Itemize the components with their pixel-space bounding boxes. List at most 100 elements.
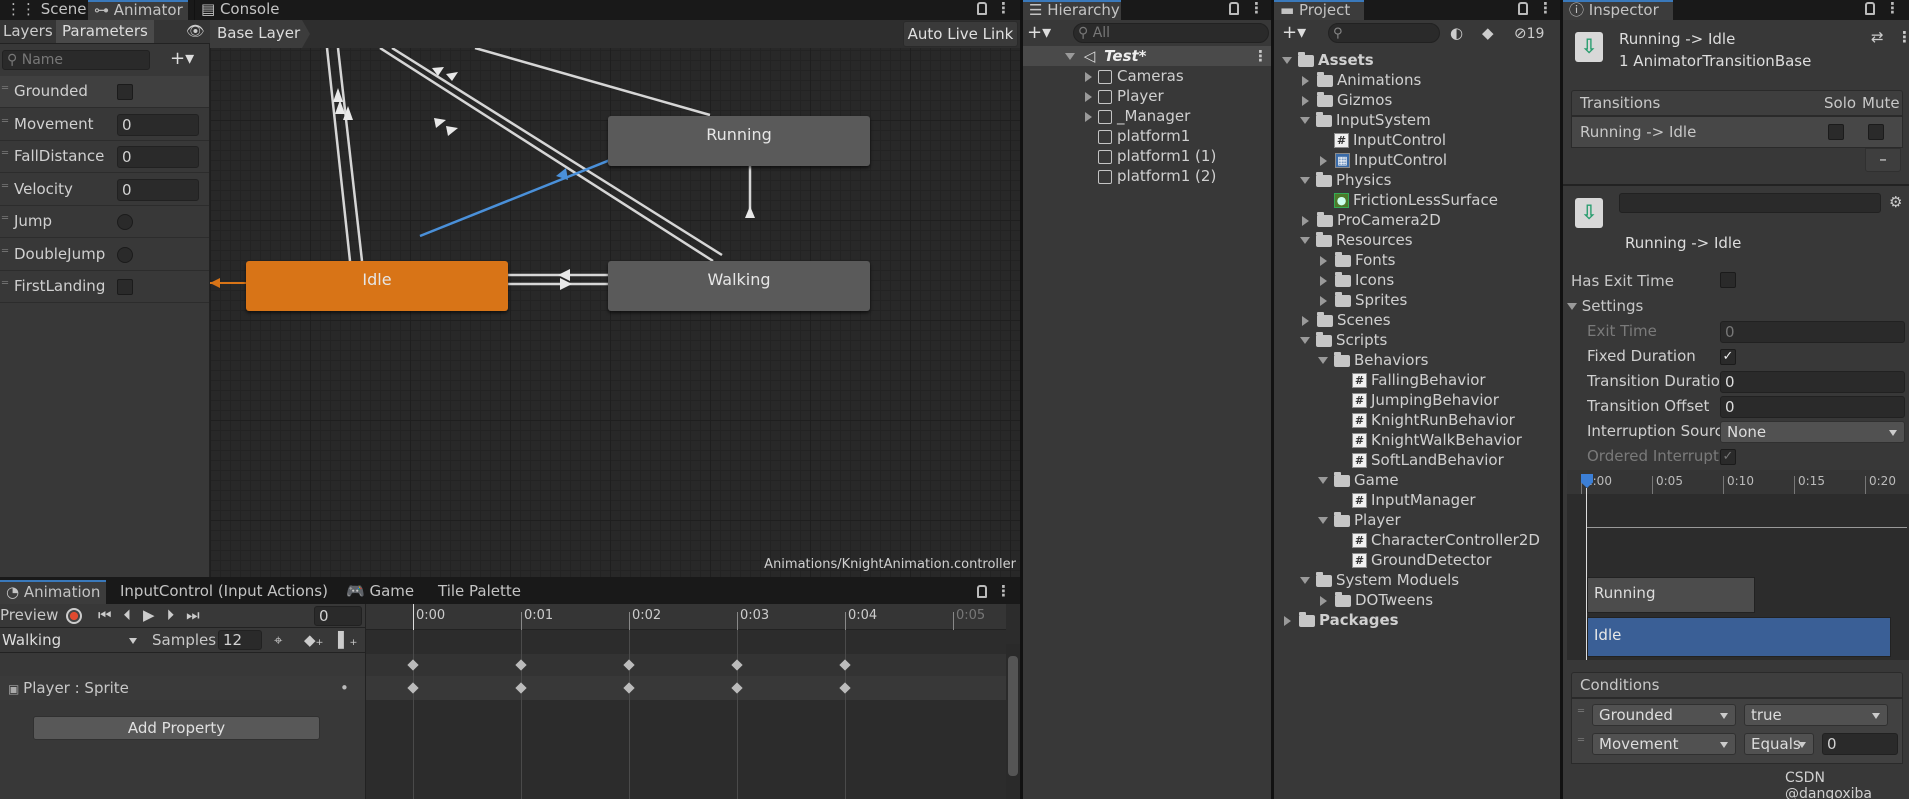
expand-arrow-icon[interactable] <box>1318 357 1328 364</box>
collapse-arrow-icon[interactable] <box>1320 255 1327 266</box>
bar-running[interactable]: Running <box>1587 577 1755 613</box>
state-walking[interactable]: Walking <box>608 261 870 311</box>
setting-input[interactable]: 0 <box>1720 371 1905 393</box>
project-item[interactable]: Behaviors <box>1274 350 1560 370</box>
parameter-row[interactable]: ═ FallDistance 0 <box>0 141 209 173</box>
parameter-row[interactable]: ═ Movement 0 <box>0 109 209 141</box>
lock-icon[interactable] <box>1518 2 1528 15</box>
preview-toggle[interactable]: Preview <box>0 606 58 624</box>
has-exit-time-checkbox[interactable] <box>1720 272 1736 288</box>
setting-input[interactable]: 0 <box>1720 396 1905 418</box>
tab-hierarchy[interactable]: ☰ Hierarchy <box>1023 0 1121 20</box>
prev-key-icon[interactable]: ⏴ <box>124 606 144 624</box>
hierarchy-item[interactable]: Player <box>1023 86 1271 106</box>
property-menu-icon[interactable]: • <box>340 676 349 700</box>
dopesheet-scrollbar[interactable] <box>1006 644 1021 799</box>
setting-checkbox[interactable]: ✓ <box>1720 349 1736 365</box>
animator-graph[interactable]: Base Layer Auto Live Link Running Idle W… <box>210 20 1020 577</box>
condition-parameter-dropdown[interactable]: Grounded <box>1592 704 1736 726</box>
more-menu-icon[interactable]: ⋮ <box>996 0 1011 18</box>
project-item[interactable]: Game <box>1274 470 1560 490</box>
expand-arrow-icon[interactable] <box>1085 111 1092 122</box>
expand-arrow-icon[interactable] <box>1085 71 1092 82</box>
project-item[interactable]: # CharacterController2D <box>1274 530 1560 550</box>
inspector-menu-icon[interactable]: ⋮ <box>1897 28 1909 46</box>
parameter-value-input[interactable]: 0 <box>117 113 199 136</box>
project-item[interactable]: # GroundDetector <box>1274 550 1560 570</box>
project-item[interactable]: Fonts <box>1274 250 1560 270</box>
tab-inspector[interactable]: ⓘ Inspector <box>1563 0 1673 20</box>
next-key-icon[interactable]: ⏵ <box>167 606 187 624</box>
remove-transition-button[interactable]: – <box>1865 148 1901 172</box>
breadcrumb-base-layer[interactable]: Base Layer <box>217 24 300 42</box>
expand-arrow-icon[interactable] <box>1085 91 1092 102</box>
project-item[interactable]: # KnightWalkBehavior <box>1274 430 1560 450</box>
drag-handle-icon[interactable]: ═ <box>2 246 8 257</box>
project-item[interactable]: System Moduels <box>1274 570 1560 590</box>
tab-input-control[interactable]: InputControl (Input Actions) <box>114 580 334 604</box>
state-running[interactable]: Running <box>608 116 870 166</box>
collapse-arrow-icon[interactable] <box>1320 595 1327 606</box>
expand-arrow-icon[interactable] <box>1300 577 1310 584</box>
expand-arrow-icon[interactable] <box>1318 517 1328 524</box>
transition-name-input[interactable] <box>1619 193 1881 213</box>
scene-row[interactable]: ◁ Test* ⋮ <box>1023 46 1271 66</box>
lock-icon[interactable] <box>1229 2 1239 15</box>
tab-animation[interactable]: ◔ Animation <box>0 580 106 604</box>
hierarchy-item[interactable]: platform1 (2) <box>1023 166 1271 186</box>
project-item[interactable]: # SoftLandBehavior <box>1274 450 1560 470</box>
snap-icon[interactable]: ⌖ <box>274 631 282 649</box>
create-button[interactable]: +▾ <box>1027 22 1051 43</box>
lock-icon[interactable] <box>977 585 987 598</box>
project-item[interactable]: Gizmos <box>1274 90 1560 110</box>
condition-parameter-dropdown[interactable]: Movement <box>1592 733 1736 755</box>
parameter-row[interactable]: ═ Velocity 0 <box>0 174 209 206</box>
project-item[interactable]: ProCamera2D <box>1274 210 1560 230</box>
project-item[interactable]: Animations <box>1274 70 1560 90</box>
parameter-checkbox[interactable] <box>117 279 133 295</box>
tab-game[interactable]: 🎮 Game <box>340 580 420 604</box>
hidden-packages-icon[interactable]: ⊘19 <box>1514 24 1544 42</box>
first-key-icon[interactable]: ⏮ <box>98 606 124 624</box>
hierarchy-item[interactable]: _Manager <box>1023 106 1271 126</box>
expand-arrow-icon[interactable] <box>1300 337 1310 344</box>
project-item[interactable]: ● FrictionLessSurface <box>1274 190 1560 210</box>
dopesheet[interactable]: 0:00 0:01 0:02 0:03 0:04 0:05 <box>365 604 1021 799</box>
filter-by-type-icon[interactable]: ◐ <box>1450 24 1463 42</box>
more-menu-icon[interactable]: ⋮ <box>1885 0 1900 18</box>
transition-line[interactable] <box>336 48 364 262</box>
timeline-ruler[interactable]: 0:00 0:01 0:02 0:03 0:04 0:05 <box>366 604 1006 630</box>
more-menu-icon[interactable]: ⋮ <box>1538 0 1553 18</box>
collapse-arrow-icon[interactable] <box>1320 155 1327 166</box>
collapse-arrow-icon[interactable] <box>1284 615 1291 626</box>
settings-slider-icon[interactable]: ⇄ <box>1871 28 1884 46</box>
tab-layers[interactable]: Layers <box>0 22 56 40</box>
project-item[interactable]: DOTweens <box>1274 590 1560 610</box>
interruption-source-dropdown[interactable]: None <box>1720 421 1905 443</box>
solo-checkbox[interactable] <box>1828 124 1844 140</box>
tab-console[interactable]: ▤ Console <box>194 0 286 20</box>
project-item[interactable]: Scripts <box>1274 330 1560 350</box>
project-item[interactable]: # KnightRunBehavior <box>1274 410 1560 430</box>
parameter-row[interactable]: ═ FirstLanding <box>0 271 209 303</box>
add-parameter-button[interactable]: +▾ <box>170 48 194 69</box>
drag-handle-icon[interactable]: ═ <box>2 278 8 289</box>
drag-handle-icon[interactable]: ═ <box>2 83 8 94</box>
drag-handle-icon[interactable]: ═ <box>2 148 8 159</box>
samples-input[interactable]: 12 <box>218 630 262 650</box>
collapse-arrow-icon[interactable] <box>1302 215 1309 226</box>
tab-project[interactable]: ▬ Project <box>1274 0 1364 20</box>
project-item[interactable]: Packages <box>1274 610 1560 630</box>
clip-dropdown[interactable]: Walking <box>0 630 144 652</box>
transition-line[interactable] <box>325 48 352 262</box>
expand-arrow-icon[interactable] <box>1300 117 1310 124</box>
lock-icon[interactable] <box>977 2 987 15</box>
expand-arrow-icon[interactable] <box>1300 237 1310 244</box>
auto-live-link-button[interactable]: Auto Live Link <box>903 21 1018 47</box>
hierarchy-item[interactable]: platform1 (1) <box>1023 146 1271 166</box>
drag-handle-icon[interactable]: ═ <box>1578 706 1584 717</box>
frame-input[interactable]: 0 <box>314 606 362 626</box>
add-property-button[interactable]: Add Property <box>33 716 320 740</box>
project-item[interactable]: Resources <box>1274 230 1560 250</box>
project-item[interactable]: # InputControl <box>1274 130 1560 150</box>
